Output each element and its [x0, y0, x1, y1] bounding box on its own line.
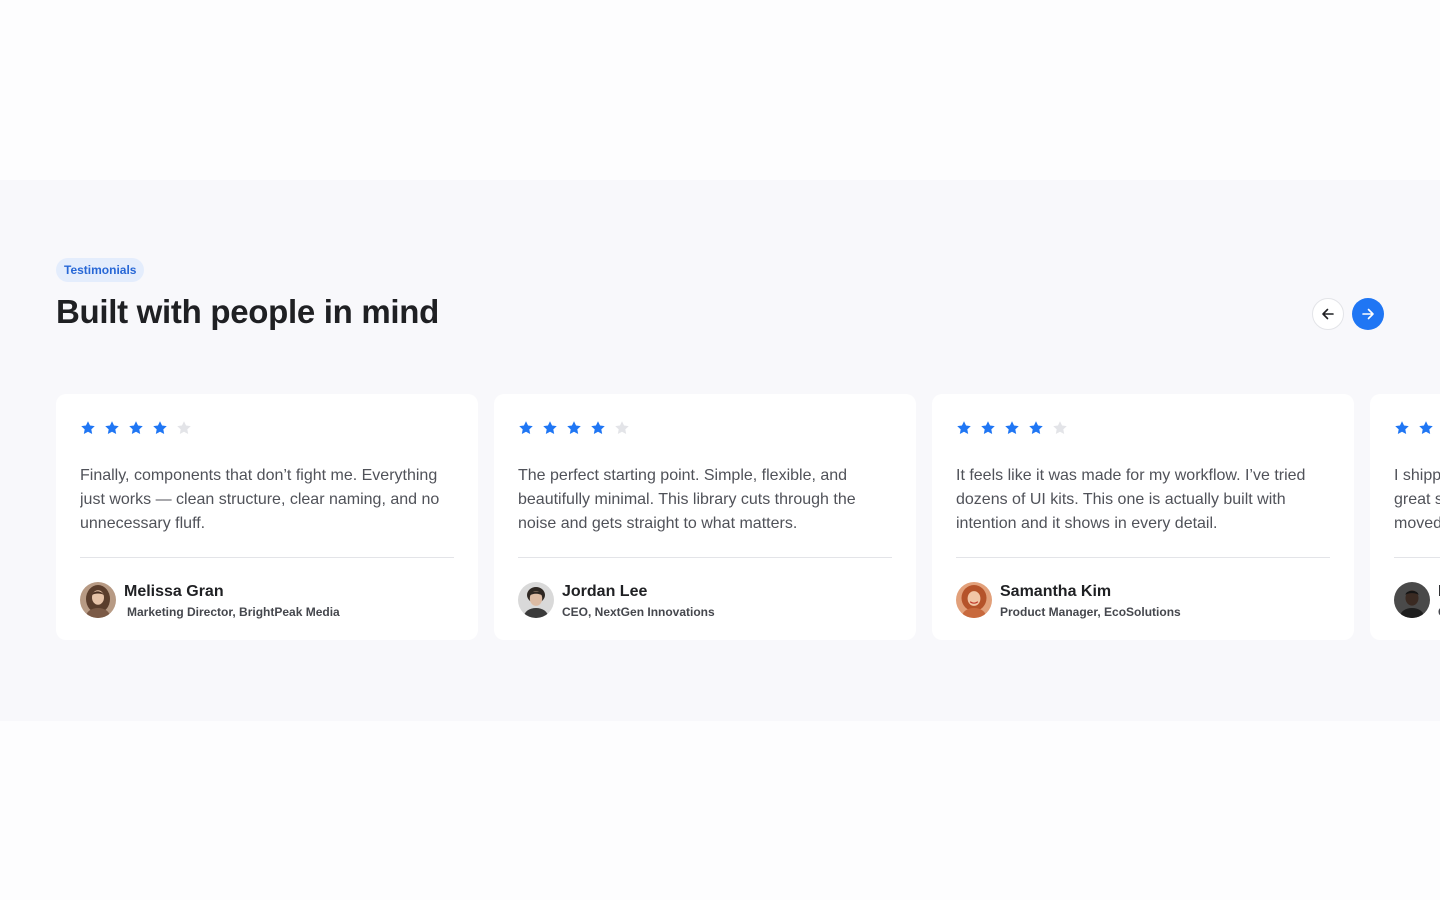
author-name: Samantha Kim [1000, 583, 1112, 600]
arrow-left-icon [1322, 308, 1334, 320]
star-rating [956, 418, 1330, 438]
next-button[interactable] [1352, 298, 1384, 330]
star-rating [80, 418, 454, 438]
testimonial-card: Finally, components that don’t fight me.… [56, 394, 478, 640]
star-filled-icon [981, 421, 995, 434]
star-rating [518, 418, 892, 438]
testimonial-carousel[interactable]: Finally, components that don’t fight me.… [56, 394, 1440, 640]
testimonial-card: I shipp great s moved I C [1370, 394, 1440, 640]
star-filled-icon [1419, 421, 1433, 434]
star-filled-icon [1005, 421, 1019, 434]
avatar [956, 582, 992, 618]
star-filled-icon [567, 421, 581, 434]
star-filled-icon [1395, 421, 1409, 434]
card-divider [80, 557, 454, 558]
author-role: Product Manager, EcoSolutions [1000, 605, 1181, 619]
star-empty-icon [1053, 421, 1067, 434]
author-role: Marketing Director, BrightPeak Media [127, 605, 340, 619]
star-filled-icon [519, 421, 533, 434]
star-filled-icon [543, 421, 557, 434]
testimonial-author: Melissa Gran Marketing Director, BrightP… [80, 582, 340, 621]
star-filled-icon [105, 421, 119, 434]
testimonial-author: Samantha Kim Product Manager, EcoSolutio… [956, 582, 1181, 621]
testimonials-badge: Testimonials [56, 258, 145, 282]
star-empty-icon [615, 421, 629, 434]
avatar [1394, 582, 1430, 618]
author-role: CEO, NextGen Innovations [562, 605, 715, 619]
testimonial-quote: I shipp great s moved [1394, 467, 1440, 532]
star-filled-icon [153, 421, 167, 434]
star-rating [1394, 418, 1440, 438]
testimonial-quote: The perfect starting point. Simple, flex… [518, 467, 856, 532]
card-divider [1394, 557, 1440, 558]
arrow-right-icon [1362, 308, 1374, 320]
author-name: Jordan Lee [562, 583, 648, 600]
author-name: Melissa Gran [124, 583, 224, 600]
testimonial-card: The perfect starting point. Simple, flex… [494, 394, 916, 640]
previous-button[interactable] [1312, 298, 1344, 330]
star-empty-icon [177, 421, 191, 434]
star-filled-icon [1029, 421, 1043, 434]
avatar [518, 582, 554, 618]
star-filled-icon [129, 421, 143, 434]
testimonials-section: Testimonials Built with people in mind F… [0, 180, 1440, 721]
testimonial-author: Jordan Lee CEO, NextGen Innovations [518, 582, 715, 621]
testimonial-card: It feels like it was made for my workflo… [932, 394, 1354, 640]
star-filled-icon [591, 421, 605, 434]
card-divider [518, 557, 892, 558]
testimonial-author: I C [1394, 582, 1440, 621]
section-title: Built with people in mind [56, 293, 439, 330]
avatar [80, 582, 116, 618]
star-filled-icon [81, 421, 95, 434]
testimonial-quote: Finally, components that don’t fight me.… [80, 467, 440, 532]
card-divider [956, 557, 1330, 558]
star-filled-icon [957, 421, 971, 434]
testimonial-quote: It feels like it was made for my workflo… [956, 467, 1306, 532]
